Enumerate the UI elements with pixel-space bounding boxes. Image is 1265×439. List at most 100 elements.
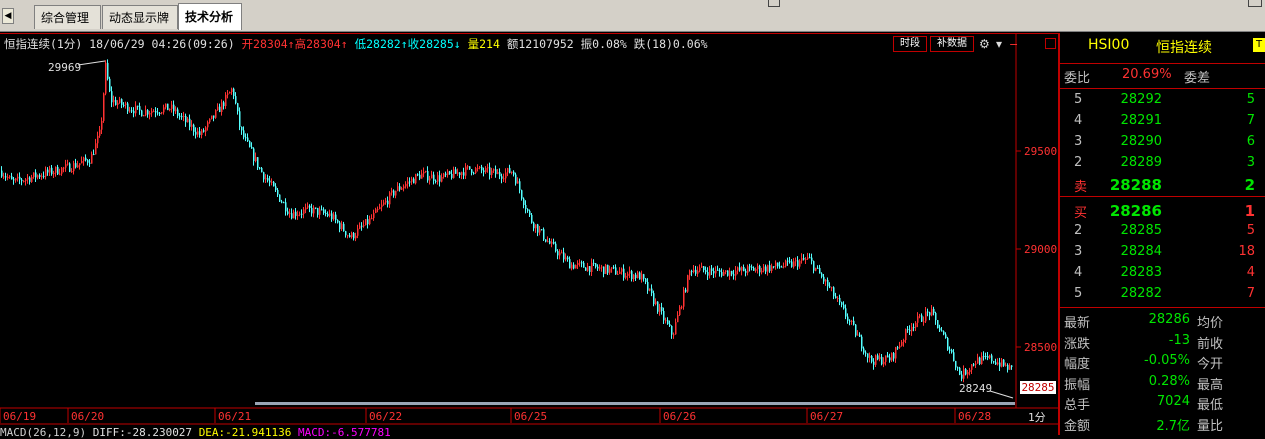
candle-body <box>67 163 69 165</box>
candle-body <box>303 209 305 214</box>
candle-body <box>1005 364 1007 366</box>
candle-body <box>991 355 993 362</box>
fill-data-button[interactable]: 补数据 <box>930 36 974 52</box>
candle-body <box>971 364 973 370</box>
candle-body <box>959 367 961 375</box>
candle-body <box>107 62 109 79</box>
candle-body <box>313 207 315 214</box>
candle-body <box>263 172 265 180</box>
candle-body <box>785 260 787 267</box>
candle-body <box>529 210 531 215</box>
candle-body <box>355 235 357 239</box>
sell-volume: 6 <box>1246 134 1255 149</box>
period-label[interactable]: 1分 <box>1028 409 1046 425</box>
candle-body <box>459 172 461 176</box>
candle-body <box>829 286 831 288</box>
candle-body <box>919 315 921 317</box>
candle-body <box>939 328 941 331</box>
buy-price: 28283 <box>1120 265 1162 280</box>
tab-scroll-left-button[interactable]: ◀ <box>2 8 14 24</box>
candle-body <box>331 213 333 220</box>
candle-body <box>1003 359 1005 366</box>
candle-body <box>651 288 653 294</box>
sell-price: 28288 <box>1109 176 1162 194</box>
candle-body <box>159 112 161 114</box>
candle-body <box>995 362 997 365</box>
candle-body <box>167 103 169 111</box>
candle-body <box>255 157 257 162</box>
candle-body <box>21 179 23 182</box>
candle-body <box>889 357 891 361</box>
candle-body <box>187 118 189 123</box>
candle-body <box>475 168 477 173</box>
candle-body <box>133 110 135 114</box>
candle-body <box>465 166 467 176</box>
candle-body <box>559 252 561 256</box>
candle-body <box>725 270 727 272</box>
candle-body <box>525 205 527 210</box>
candle-body <box>213 115 215 118</box>
candle-body <box>727 270 729 276</box>
dropdown-icon[interactable]: ▾ <box>996 37 1002 51</box>
candle-body <box>893 353 895 359</box>
settings-gear-icon[interactable]: ⚙ <box>979 37 990 51</box>
buy-volume: 18 <box>1238 244 1255 259</box>
candle-body <box>905 329 907 341</box>
candle-body <box>769 265 771 271</box>
candle-body <box>495 169 497 175</box>
candle-body <box>737 267 739 271</box>
candle-body <box>497 172 499 175</box>
candle-body <box>51 167 53 175</box>
candle-body <box>111 91 113 103</box>
candle-body <box>949 349 951 351</box>
candle-body <box>961 374 963 379</box>
candle-body <box>775 262 777 267</box>
sell-order-row: 卖 28288 2 <box>1060 176 1265 196</box>
candle-body <box>783 266 785 268</box>
ratio-label: 委比 <box>1064 71 1091 86</box>
candle-body <box>29 177 31 182</box>
candle-body <box>87 160 89 163</box>
tab-overview[interactable]: 综合管理 <box>34 5 101 29</box>
candle-body <box>749 266 751 268</box>
candle-body <box>63 167 65 169</box>
candle-body <box>543 229 545 240</box>
candle-body <box>751 266 753 268</box>
candle-body <box>337 220 339 223</box>
candle-body <box>83 157 85 162</box>
date-tick-label: 06/26 <box>663 410 696 423</box>
candle-body <box>813 261 815 271</box>
maximize-icon[interactable] <box>1045 38 1056 49</box>
candle-body <box>427 171 429 181</box>
trade-flag-icon[interactable]: T <box>1253 38 1265 52</box>
candle-body <box>617 273 619 275</box>
candle-body <box>135 105 137 114</box>
candle-body <box>163 107 165 113</box>
price-chart-area[interactable]: 29500 29000 28500 06/19 06/20 06/21 06/22 06/2… <box>0 33 1058 439</box>
chart-scrollbar <box>255 402 1015 405</box>
candle-body <box>47 169 49 173</box>
time-period-button[interactable]: 时段 <box>893 36 927 52</box>
candle-body <box>49 167 51 173</box>
buy-price: 28285 <box>1120 223 1162 238</box>
minimize-icon[interactable]: − <box>1009 38 1018 51</box>
candle-body <box>871 355 873 362</box>
candle-body <box>1001 359 1003 367</box>
candle-body <box>183 116 185 118</box>
candle-body <box>709 268 711 276</box>
candle-body <box>471 169 473 173</box>
candle-body <box>891 353 893 361</box>
candle-body <box>171 104 173 109</box>
candle-body <box>215 110 217 118</box>
min-price-label: 28249 <box>959 382 993 395</box>
candle-body <box>365 219 367 225</box>
tab-technical-analysis[interactable]: 技术分析 <box>178 3 242 30</box>
candle-body <box>883 361 885 365</box>
candle-body <box>485 168 487 173</box>
candle-body <box>165 103 167 108</box>
candle-body <box>301 213 303 215</box>
tab-dynamic-board[interactable]: 动态显示牌 <box>102 5 178 29</box>
candle-body <box>517 181 519 184</box>
candle-body <box>143 115 145 117</box>
candle-body <box>291 213 293 219</box>
